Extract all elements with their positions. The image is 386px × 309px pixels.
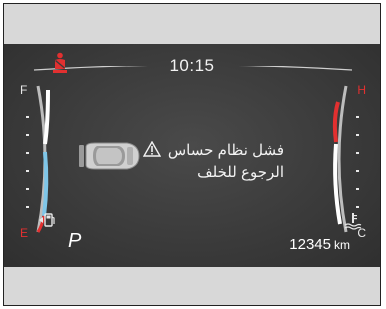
- fuel-level-bar: [42, 151, 49, 217]
- fuel-pump-icon: [39, 213, 55, 227]
- warning-line-2: الرجوع للخلف: [197, 164, 284, 181]
- fuel-gauge-ticks: [26, 116, 29, 208]
- fuel-full-label: F: [20, 83, 28, 97]
- gear-indicator: P: [68, 230, 82, 252]
- odometer-value: 12345: [289, 236, 331, 253]
- warning-triangle-icon: [143, 141, 161, 157]
- cluster-display: 10:15 F E H C فشل نظام حساس الرجوع للخلف…: [4, 44, 380, 269]
- clock: 10:15: [169, 56, 215, 75]
- odometer-unit: km: [334, 238, 350, 252]
- temp-hot-label: H: [357, 83, 366, 97]
- instrument-cluster-frame: 10:15 F E H C فشل نظام حساس الرجوع للخلف…: [3, 3, 381, 306]
- fuel-gauge-outer-arc: [43, 89, 50, 145]
- temp-gauge-arc: [337, 85, 348, 233]
- warning-line-1: فشل نظام حساس: [167, 142, 284, 159]
- top-bezel: [4, 4, 380, 44]
- temp-gauge-hot-zone: [332, 101, 340, 143]
- odometer: 12345 km: [289, 236, 350, 253]
- temp-gauge-ticks: [356, 116, 359, 208]
- bottom-bezel: [4, 267, 380, 305]
- parking-sensor-warning-message: فشل نظام حساس الرجوع للخلف: [164, 140, 284, 184]
- car-icon: [79, 142, 140, 170]
- fuel-empty-label: E: [20, 226, 29, 240]
- coolant-temperature-icon: [344, 213, 362, 230]
